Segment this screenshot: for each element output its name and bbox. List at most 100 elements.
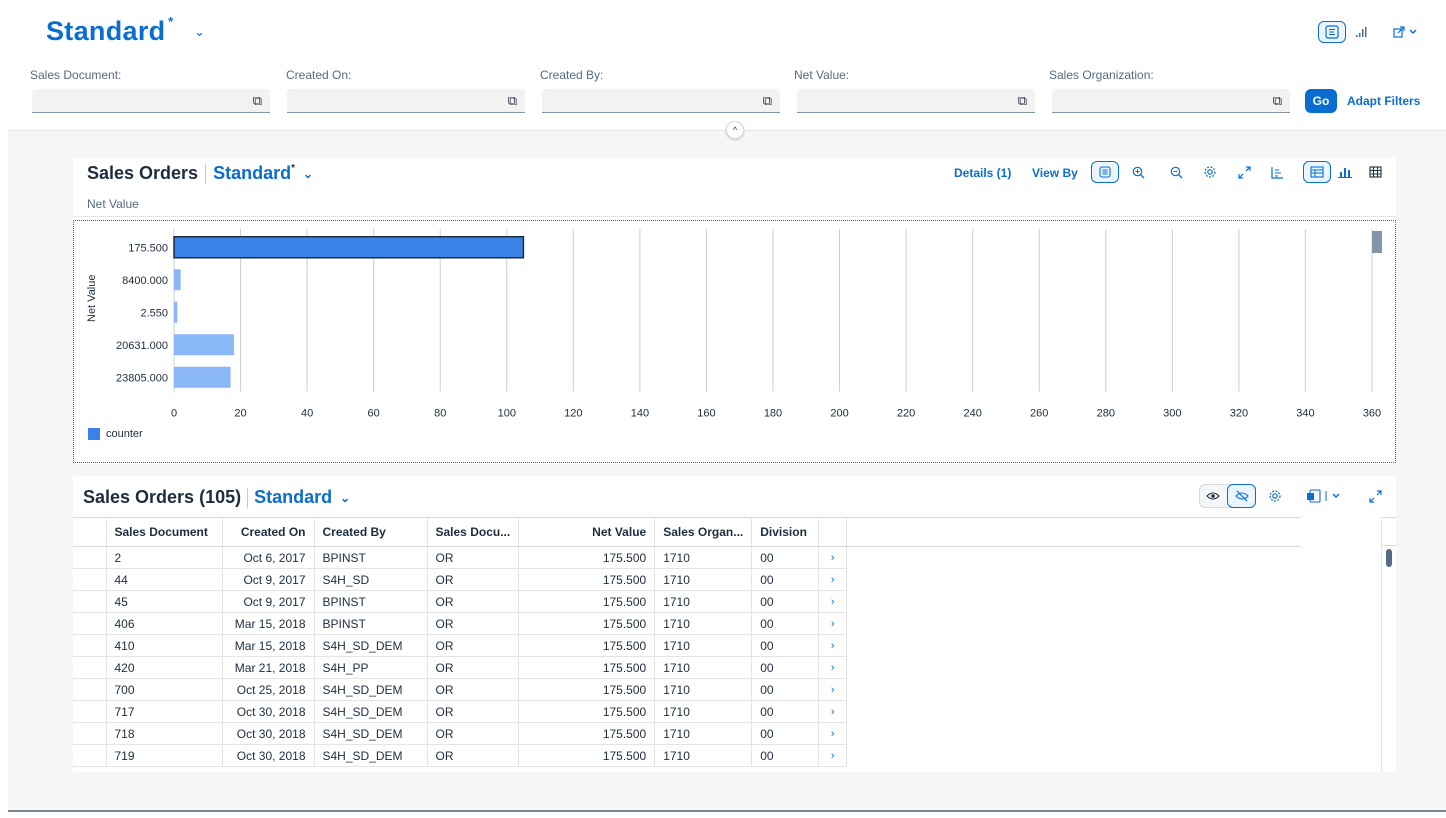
- cell-sales-document: 420: [106, 656, 223, 679]
- row-navigate-icon[interactable]: ›: [818, 612, 848, 635]
- chart-legend[interactable]: counter: [88, 428, 143, 440]
- row-navigate-icon[interactable]: ›: [818, 634, 848, 657]
- table-grid-icon[interactable]: [1365, 161, 1385, 183]
- bar[interactable]: [174, 301, 178, 323]
- show-details-icon[interactable]: [1201, 486, 1225, 506]
- value-help-icon[interactable]: ⧉: [508, 93, 517, 109]
- bar-chart-icon[interactable]: [1335, 161, 1355, 183]
- created-by-field[interactable]: ⧉: [542, 89, 780, 113]
- table-row[interactable]: 718 Oct 30, 2018 S4H_SD_DEM OR 175.500 1710 00…: [73, 722, 1301, 745]
- view-by-button[interactable]: View By: [1032, 166, 1078, 180]
- zoom-out-icon[interactable]: [1166, 161, 1186, 183]
- cell-sales-document-type: OR: [427, 678, 520, 701]
- bar[interactable]: [174, 334, 234, 356]
- settings-icon[interactable]: [1200, 161, 1220, 183]
- row-navigate-icon[interactable]: ›: [818, 744, 848, 767]
- fullscreen-icon[interactable]: [1234, 161, 1254, 183]
- legend-icon[interactable]: [1091, 161, 1119, 183]
- cell-net-value: 175.500: [518, 546, 656, 569]
- table-row[interactable]: 420 Mar 21, 2018 S4H_PP OR 175.500 1710 00 ›: [73, 656, 1301, 679]
- row-selector[interactable]: [73, 744, 107, 767]
- table-row[interactable]: 2 Oct 6, 2017 BPINST OR 175.500 1710 00 ›: [73, 546, 1301, 569]
- bar[interactable]: [173, 236, 525, 259]
- cell-net-value: 175.500: [518, 722, 656, 745]
- column-header-sales-document-type[interactable]: Sales Docu...: [427, 517, 520, 547]
- column-header-net-value[interactable]: Net Value: [518, 517, 656, 547]
- export-icon[interactable]: [1305, 486, 1345, 506]
- column-header-sales-organization[interactable]: Sales Organ...: [654, 517, 753, 547]
- bar-chart[interactable]: Net Value 175.500 8400.000 2.550 20631.000 23…: [74, 221, 1395, 462]
- table-row[interactable]: 410 Mar 15, 2018 S4H_SD_DEM OR 175.500 1710 00…: [73, 634, 1301, 657]
- column-header-created-on[interactable]: Created On: [222, 517, 315, 547]
- go-button[interactable]: Go: [1305, 89, 1337, 113]
- x-tick-label: 240: [963, 408, 981, 420]
- fullscreen-icon[interactable]: [1365, 486, 1385, 506]
- value-help-icon[interactable]: ⧉: [253, 93, 262, 109]
- hide-details-icon[interactable]: [1227, 484, 1256, 508]
- created-on-field[interactable]: ⧉: [287, 89, 525, 113]
- row-navigate-icon[interactable]: ›: [818, 722, 848, 745]
- table-row[interactable]: 406 Mar 15, 2018 BPINST OR 175.500 1710 00 ›: [73, 612, 1301, 635]
- chevron-down-icon[interactable]: ⌄: [340, 491, 350, 505]
- table-row[interactable]: 717 Oct 30, 2018 S4H_SD_DEM OR 175.500 1710 00…: [73, 700, 1301, 723]
- value-help-icon[interactable]: ⧉: [1018, 93, 1027, 109]
- row-navigate-icon[interactable]: ›: [818, 568, 848, 591]
- value-help-icon[interactable]: ⧉: [763, 93, 772, 109]
- cell-sales-document-type: OR: [427, 656, 520, 679]
- details-button[interactable]: Details (1): [954, 166, 1011, 180]
- row-navigate-icon[interactable]: ›: [818, 678, 848, 701]
- bar[interactable]: [174, 269, 181, 291]
- value-help-icon[interactable]: ⧉: [1273, 93, 1282, 109]
- chart-bars-icon[interactable]: [1350, 21, 1374, 43]
- row-selector[interactable]: [73, 590, 107, 613]
- chart-table-icon[interactable]: [1303, 161, 1331, 183]
- chevron-down-icon[interactable]: ⌄: [303, 167, 313, 181]
- row-selector[interactable]: [73, 568, 107, 591]
- row-navigate-icon[interactable]: ›: [818, 700, 848, 723]
- cell-sales-document: 717: [106, 700, 223, 723]
- cell-sales-organization: 1710: [654, 722, 753, 745]
- row-selector[interactable]: [73, 678, 107, 701]
- bar[interactable]: [174, 366, 231, 388]
- table-row[interactable]: 45 Oct 9, 2017 BPINST OR 175.500 1710 00 ›: [73, 590, 1301, 613]
- cell-created-by: S4H_SD_DEM: [314, 700, 428, 723]
- row-selector[interactable]: [73, 700, 107, 723]
- page-variant-title[interactable]: Standard *: [46, 14, 173, 47]
- sales-organization-field[interactable]: ⧉: [1052, 89, 1290, 113]
- row-selector[interactable]: [73, 546, 107, 569]
- cell-created-by: S4H_SD_DEM: [314, 744, 428, 767]
- x-tick-label: 280: [1097, 408, 1115, 420]
- table-row[interactable]: 44 Oct 9, 2017 S4H_SD OR 175.500 1710 00 ›: [73, 568, 1301, 591]
- row-selector[interactable]: [73, 722, 107, 745]
- table-variant-selector[interactable]: Standard: [254, 487, 332, 507]
- column-header-sales-document[interactable]: Sales Document: [106, 517, 223, 547]
- layout-list-icon[interactable]: [1318, 21, 1346, 43]
- x-tick-label: 200: [830, 408, 848, 420]
- row-navigate-icon[interactable]: ›: [818, 590, 848, 613]
- zoom-in-icon[interactable]: [1128, 161, 1148, 183]
- column-header-created-by[interactable]: Created By: [314, 517, 428, 547]
- table-row[interactable]: 700 Oct 25, 2018 S4H_SD_DEM OR 175.500 1710 00…: [73, 678, 1301, 701]
- sales-document-field[interactable]: ⧉: [32, 89, 270, 113]
- vertical-scrollbar[interactable]: [1381, 517, 1397, 771]
- filler-cell: [847, 547, 1301, 569]
- chart-plot-area[interactable]: Net Value 175.500 8400.000 2.550 20631.000 23…: [73, 220, 1396, 463]
- row-selector[interactable]: [73, 634, 107, 657]
- column-header-division[interactable]: Division: [751, 517, 820, 547]
- row-selector[interactable]: [73, 612, 107, 635]
- chevron-down-icon[interactable]: ⌄: [194, 24, 205, 40]
- row-navigate-icon[interactable]: ›: [818, 546, 848, 569]
- settings-icon[interactable]: [1265, 486, 1285, 506]
- chart-scroll-handle[interactable]: [1372, 231, 1382, 253]
- table-row[interactable]: 719 Oct 30, 2018 S4H_SD_DEM OR 175.500 1710 00…: [73, 744, 1301, 767]
- chart-variant-selector[interactable]: Standard*: [213, 163, 295, 183]
- axis-icon[interactable]: [1267, 161, 1287, 183]
- collapse-header-button[interactable]: ^: [726, 121, 744, 139]
- row-selector-header: [73, 517, 107, 547]
- net-value-field[interactable]: ⧉: [797, 89, 1035, 113]
- adapt-filters-button[interactable]: Adapt Filters: [1347, 94, 1420, 108]
- row-selector[interactable]: [73, 656, 107, 679]
- share-icon[interactable]: [1388, 21, 1424, 43]
- scrollbar-thumb[interactable]: [1386, 549, 1392, 567]
- row-navigate-icon[interactable]: ›: [818, 656, 848, 679]
